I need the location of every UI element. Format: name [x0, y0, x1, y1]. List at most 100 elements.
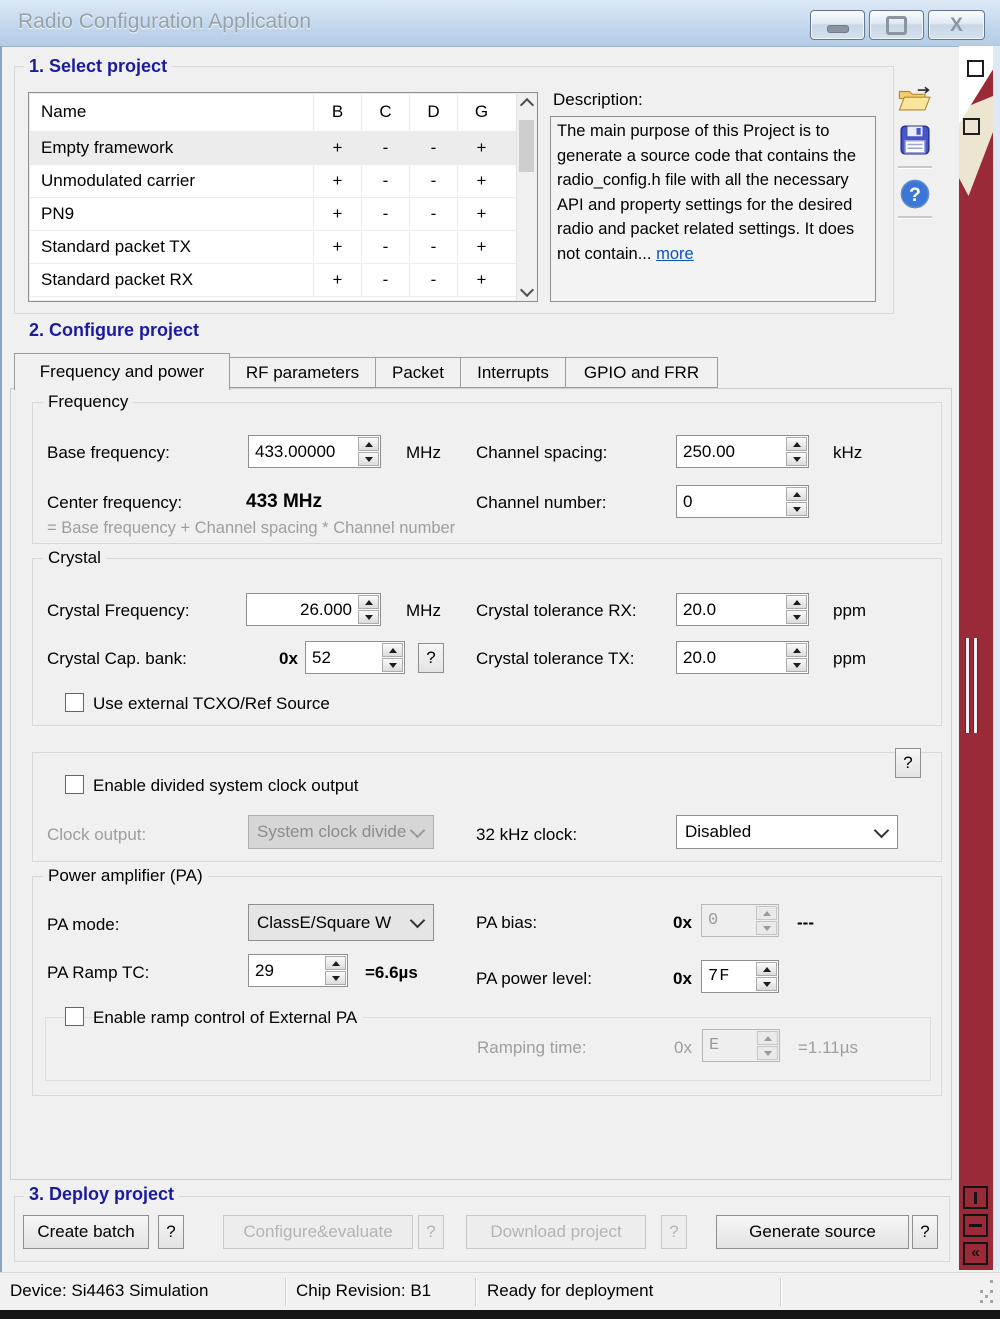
spin-up-button[interactable] [756, 962, 777, 976]
strip-collapse-button[interactable] [963, 1214, 988, 1237]
spin-up-button[interactable] [786, 595, 807, 609]
spin-down-button[interactable] [786, 452, 807, 466]
resize-grip[interactable] [980, 1290, 983, 1293]
column-header-g[interactable]: G [457, 93, 505, 131]
channel-spacing-value[interactable]: 250.00 [677, 436, 785, 467]
ramping-time-label: Ramping time: [477, 1038, 587, 1058]
side-strip-handle[interactable] [966, 638, 978, 733]
generate-source-help-button[interactable]: ? [912, 1215, 938, 1249]
more-link[interactable]: more [656, 245, 694, 263]
table-scrollbar[interactable] [516, 94, 536, 300]
clock-output-value: System clock divide [257, 822, 406, 842]
description-box[interactable]: The main purpose of this Project is to g… [550, 116, 876, 302]
create-batch-button[interactable]: Create batch [23, 1215, 149, 1249]
spin-up-button[interactable] [358, 595, 379, 609]
generate-source-button[interactable]: Generate source [716, 1215, 909, 1249]
tab-frequency-and-power[interactable]: Frequency and power [14, 353, 230, 390]
column-header-b[interactable]: B [313, 93, 361, 131]
spin-up-button[interactable] [786, 643, 807, 657]
column-header-name[interactable]: Name [29, 93, 313, 131]
save-project-button[interactable] [897, 122, 933, 158]
spin-down-button[interactable] [325, 971, 346, 985]
pa-power-value[interactable]: 7F [702, 961, 755, 992]
tab-packet[interactable]: Packet [375, 357, 461, 388]
table-row[interactable]: Empty framework + - - + [29, 131, 518, 164]
clock-32k-dropdown[interactable]: Disabled [676, 815, 898, 849]
tab-rf-parameters[interactable]: RF parameters [229, 357, 376, 388]
spin-down-button[interactable] [358, 610, 379, 624]
toolbar-divider [898, 166, 932, 168]
crystal-frequency-spinner[interactable]: 26.000 [246, 593, 381, 626]
spin-up-button[interactable] [786, 487, 807, 501]
pa-ramp-spinner[interactable]: 29 [248, 954, 348, 987]
spin-up-button[interactable] [358, 437, 379, 451]
minimize-button[interactable] [810, 10, 865, 40]
close-button[interactable]: X [928, 10, 985, 40]
download-project-button: Download project [466, 1215, 646, 1249]
spin-down-button[interactable] [786, 502, 807, 516]
cap-bank-value[interactable]: 52 [306, 642, 381, 673]
page-tab-square-1[interactable] [967, 60, 984, 77]
ramp-control-checkbox[interactable] [65, 1007, 84, 1026]
spin-up-button[interactable] [325, 956, 346, 970]
strip-dock-button[interactable]: « [963, 1242, 988, 1265]
tab-gpio-and-frr[interactable]: GPIO and FRR [565, 357, 718, 388]
channel-spacing-unit: kHz [833, 443, 862, 463]
description-text: The main purpose of this Project is to g… [557, 122, 856, 263]
crystal-tolerance-rx-value[interactable]: 20.0 [677, 594, 785, 625]
spin-down-button[interactable] [786, 658, 807, 672]
cell-c: - [361, 231, 409, 263]
crystal-tolerance-rx-spinner[interactable]: 20.0 [676, 593, 809, 626]
deploy-project-heading: 3. Deploy project [24, 1184, 179, 1205]
scrollbar-thumb[interactable] [519, 120, 534, 172]
crystal-tolerance-tx-value[interactable]: 20.0 [677, 642, 785, 673]
table-row[interactable]: PN9 + - - + [29, 197, 518, 230]
crystal-tolerance-tx-spinner[interactable]: 20.0 [676, 641, 809, 674]
scroll-up-button[interactable] [517, 94, 536, 112]
open-project-button[interactable] [897, 82, 933, 118]
crystal-frequency-value[interactable]: 26.000 [247, 594, 357, 625]
table-row[interactable]: Standard packet TX + - - + [29, 230, 518, 263]
table-row[interactable]: Standard packet RX + - - + [29, 263, 518, 296]
pa-ramp-label: PA Ramp TC: [47, 963, 149, 983]
tcxo-checkbox[interactable] [65, 693, 84, 712]
channel-spacing-spinner[interactable]: 250.00 [676, 435, 809, 468]
column-header-c[interactable]: C [361, 93, 409, 131]
clock-output-dropdown: System clock divide [248, 815, 434, 849]
spin-down-button[interactable] [382, 658, 403, 672]
cell-g: + [457, 132, 505, 164]
triangle-down-icon [764, 1051, 772, 1056]
page-tab-square-2[interactable] [963, 118, 980, 135]
channel-spacing-label: Channel spacing: [476, 443, 607, 463]
cap-bank-spinner[interactable]: 52 [305, 641, 405, 674]
spin-up-button [757, 1031, 778, 1045]
spin-up-button[interactable] [786, 437, 807, 451]
help-button[interactable]: ? [897, 176, 933, 212]
scroll-down-button[interactable] [517, 282, 536, 300]
pa-ramp-value[interactable]: 29 [249, 955, 324, 986]
table-row[interactable]: Unmodulated carrier + - - + [29, 164, 518, 197]
divided-clock-checkbox[interactable] [65, 775, 84, 794]
channel-number-value[interactable]: 0 [677, 486, 785, 517]
spin-down-button[interactable] [786, 610, 807, 624]
channel-number-spinner[interactable]: 0 [676, 485, 809, 518]
cell-g: + [457, 165, 505, 197]
cap-bank-help-button[interactable]: ? [418, 643, 444, 673]
tab-interrupts[interactable]: Interrupts [460, 357, 566, 388]
spin-down-button[interactable] [756, 977, 777, 991]
clock-help-button[interactable]: ? [895, 748, 921, 778]
center-frequency-label: Center frequency: [47, 493, 182, 513]
spin-up-button[interactable] [382, 643, 403, 657]
spin-down-button[interactable] [358, 452, 379, 466]
pa-power-spinner[interactable]: 7F [701, 960, 779, 993]
app-window: Radio Configuration Application X « 1. S… [0, 0, 1000, 1319]
pa-mode-dropdown[interactable]: ClassE/Square W [248, 904, 434, 941]
pa-bias-label: PA bias: [476, 913, 537, 933]
cell-d: - [409, 264, 457, 296]
base-frequency-spinner[interactable]: 433.00000 [248, 435, 381, 468]
base-frequency-value[interactable]: 433.00000 [249, 436, 357, 467]
column-header-d[interactable]: D [409, 93, 457, 131]
create-batch-help-button[interactable]: ? [158, 1215, 184, 1249]
strip-expand-button[interactable] [963, 1186, 988, 1209]
maximize-button[interactable] [869, 10, 924, 40]
